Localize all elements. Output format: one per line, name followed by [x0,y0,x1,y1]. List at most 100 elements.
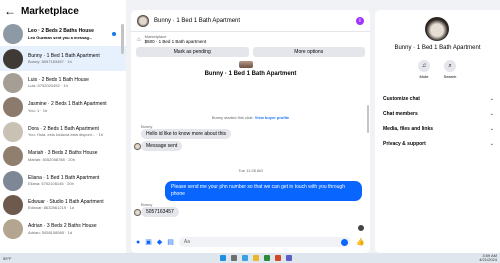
details-avatar[interactable] [425,17,449,41]
message-input-placeholder: Aa [183,239,190,245]
details-name: Bunny · 1 Bed 1 Bath Apartment [394,45,481,51]
conversation-preview: Mariah: 5052058788 · 20h [28,156,75,162]
conversation-text: Adrian · 3 Beds 2 Baths House Adrian: 505… [28,223,123,235]
conversation-text: Luis · 2 Beds 1 Bath House Luis: 57520204… [28,77,123,89]
teams-icon[interactable] [286,255,293,261]
privacy-support-item[interactable]: Privacy & support ⌄ [383,141,494,147]
listing-thumbnail [3,48,23,69]
conversation-sidebar: ← Marketplace Leo · 2 Beds 2 Baths House… [0,0,126,253]
conversation-item[interactable]: Luis · 2 Beds 1 Bath House Luis: 57520204… [0,71,126,95]
mute-label: Mute [419,74,429,79]
sidebar-scrollbar[interactable] [121,24,124,54]
conversation-item[interactable]: Dora · 2 Beds 1 Bath Apartment You: Hola,… [0,120,126,144]
conversation-text: Leo · 2 Beds 2 Baths House Leo Guzman sen… [28,28,123,40]
timestamp: Tue 11:28 AM [238,168,263,173]
search-icon: ⌕ [444,60,456,72]
microphone-icon[interactable]: ● [136,239,140,246]
gif-icon[interactable]: ▤ [167,239,174,246]
conversation-text: Mariah · 3 Beds 2 Baths House Mariah: 505… [28,150,123,162]
conversation-text: Edwuar · Studio 1 Bath Apartment Edwuar: … [28,199,123,211]
listing-price: $500 · 1 Bed 1 Bath apartment [144,39,207,45]
chat-panel: Bunny · 1 Bed 1 Bath Apartment i ⌂ Marke… [131,10,370,253]
mark-as-pending-button[interactable]: Mark as pending [136,47,249,57]
outgoing-message[interactable]: Please send me your phn number so that w… [165,181,362,201]
system-message-text: Bunny started this chat. [211,115,254,120]
listing-thumbnail [3,121,23,142]
conversation-list: Leo · 2 Beds 2 Baths House Leo Guzman sen… [0,22,126,242]
conversation-item[interactable]: Eliana · 1 Bed 1 Bath Apartment Eliana: 5… [0,168,126,192]
conversation-item[interactable]: Adrian · 3 Beds 2 Baths House Adrian: 505… [0,217,126,241]
emoji-icon[interactable] [341,238,349,246]
chat-title[interactable]: Bunny · 1 Bed 1 Bath Apartment [154,18,356,24]
conversation-preview: You: 1 · 1h [28,107,48,113]
chevron-down-icon: ⌄ [489,96,494,102]
sender-avatar [134,143,141,150]
media-files-links-item[interactable]: Media, files and links ⌄ [383,126,494,132]
incoming-message[interactable]: Message sent [141,141,183,151]
chat-header: Bunny · 1 Bed 1 Bath Apartment i [131,10,370,32]
unread-dot [112,32,116,36]
sender-avatar [134,209,141,216]
sidebar-title: Marketplace [21,5,79,17]
chevron-down-icon: ⌄ [489,111,494,117]
conversation-item[interactable]: Mariah · 3 Beds 2 Baths House Mariah: 505… [0,144,126,168]
conversation-text: Jasmine · 2 Beds 1 Bath Apartment You: 1 … [28,101,123,113]
product-title: Bunny · 1 Bed 1 Bath Apartment [204,71,297,77]
file-explorer-icon[interactable] [253,255,260,261]
chevron-down-icon: ⌄ [489,126,494,132]
chat-scrollbar[interactable] [367,105,369,133]
chat-details-panel: Bunny · 1 Bed 1 Bath Apartment ♫ Mute ⌕ … [375,10,500,253]
message-composer: ● ▣ ◆ ▤ Aa 👍 [131,231,370,253]
clock[interactable]: 3:59 AM 4/21/2024 [479,253,497,263]
app-icon[interactable] [275,255,282,261]
marketplace-icon: ⌂ [137,36,141,43]
conversation-item[interactable]: Leo · 2 Beds 2 Baths House Leo Guzman sen… [0,22,126,46]
bell-icon: ♫ [418,60,430,72]
conversation-preview: Eliana: 5752105146 · 20h [28,181,74,187]
listing-thumbnail [3,170,23,191]
search-icon[interactable] [231,255,238,261]
mute-button[interactable]: ♫ Mute [411,60,437,79]
like-icon[interactable]: 👍 [356,238,365,246]
listing-thumbnail [3,72,23,93]
listing-thumbnail [3,146,23,167]
conversation-preview: You: Hola, esto todavía está disponi... … [28,132,104,138]
search-button[interactable]: ⌕ Search [437,60,463,79]
customize-chat-item[interactable]: Customize chat ⌄ [383,96,494,102]
system-message: Bunny started this chat. View buyer prof… [131,115,370,120]
conversation-item[interactable]: Jasmine · 2 Beds 1 Bath Apartment You: 1 … [0,95,126,119]
incoming-message[interactable]: 5057163457 [141,207,179,217]
start-icon[interactable] [220,255,227,261]
sticker-icon[interactable]: ◆ [157,239,162,246]
chat-members-item[interactable]: Chat members ⌄ [383,111,494,117]
taskbar-apps [33,255,479,261]
incoming-message[interactable]: Hello id like to know more about this [141,129,232,139]
search-label: Search [443,74,457,79]
listing-actions: Mark as pending More options [131,47,370,57]
view-buyer-profile-link[interactable]: View buyer profile [255,115,289,120]
weather-widget[interactable]: 59°F [3,256,33,261]
image-icon[interactable]: ▣ [145,239,152,246]
product-image[interactable] [239,61,253,68]
chrome-icon[interactable] [264,255,271,261]
listing-banner[interactable]: ⌂ Marketplace $500 · 1 Bed 1 Bath apartm… [131,32,370,47]
chat-avatar [137,14,149,27]
message-input[interactable]: Aa [178,237,352,247]
info-icon[interactable]: i [356,16,364,25]
back-arrow-icon[interactable]: ← [4,5,16,17]
conversation-preview: Adrian: 5058108565 · 1d [28,229,73,235]
edge-icon[interactable] [242,255,249,261]
message-thread: Bunny · 1 Bed 1 Bath Apartment Bunny sta… [131,57,370,241]
conversation-item[interactable]: Bunny · 1 Bed 1 Bath Apartment Bunny: 505… [0,46,126,71]
conversation-item[interactable]: Edwuar · Studio 1 Bath Apartment Edwuar: … [0,193,126,217]
conversation-preview: Luis: 5752020452 · 1h [28,83,68,89]
sidebar-header: ← Marketplace [0,0,126,22]
conversation-text: Bunny · 1 Bed 1 Bath Apartment Bunny: 505… [28,53,123,65]
taskbar: 59°F 3:59 AM 4/21/2024 [0,253,500,263]
listing-thumbnail [3,219,23,240]
listing-thumbnail [3,194,23,215]
listing-thumbnail [3,97,23,118]
conversation-text: Eliana · 1 Bed 1 Bath Apartment Eliana: 5… [28,175,123,187]
more-options-button[interactable]: More options [252,47,365,57]
conversation-preview: Bunny: 5057163457 · 1h [28,59,72,65]
